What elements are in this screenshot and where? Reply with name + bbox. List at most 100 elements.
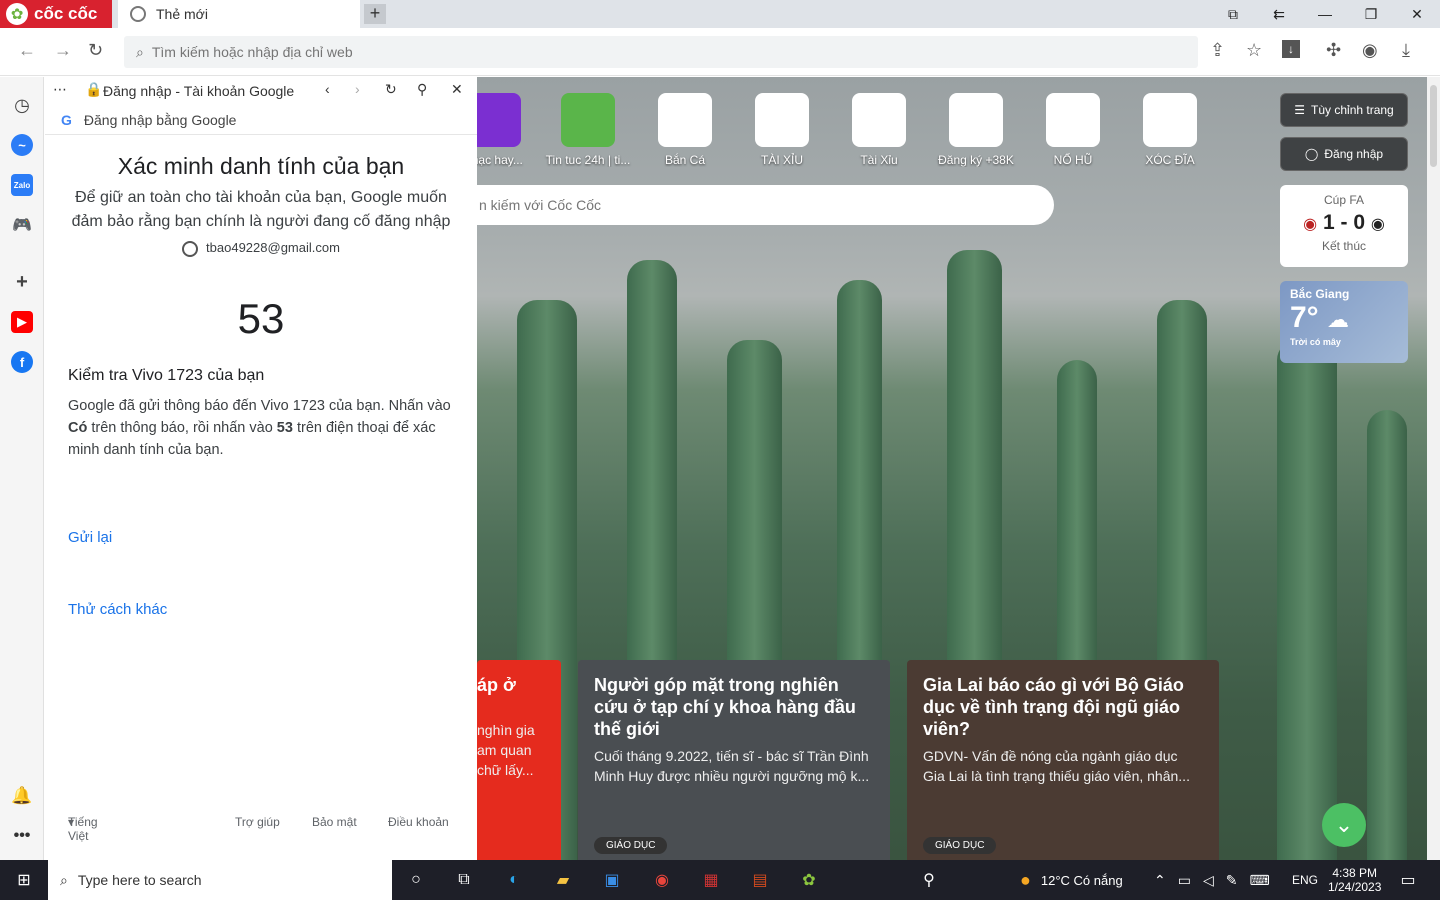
messenger-icon[interactable]: ~ <box>11 134 33 156</box>
cortana-icon[interactable]: ○ <box>404 868 428 892</box>
notification-bell-icon[interactable]: 🔔 <box>11 785 33 807</box>
chevron-up-icon[interactable]: ⌃ <box>1154 872 1166 889</box>
verification-number: 53 <box>237 294 285 342</box>
file-explorer-icon[interactable]: ▰ <box>551 868 575 892</box>
chrome-icon[interactable]: ◉ <box>650 868 674 892</box>
speed-dial-tile[interactable]: Tin tuc 24h | ti... <box>543 93 633 167</box>
keyboard-icon[interactable]: ⌨ <box>1249 872 1269 889</box>
account-email: tbao49228@gmail.com <box>206 240 340 255</box>
scrollbar-thumb[interactable] <box>1430 85 1437 167</box>
coccoc-taskbar-icon[interactable]: ✿ <box>797 868 821 892</box>
broken-image-icon <box>658 93 712 147</box>
news-desc: nghìn gia am quan chữ lấy... <box>477 722 535 778</box>
profile-icon[interactable]: ◉ <box>1362 40 1378 61</box>
input-language[interactable]: ENG <box>1292 860 1318 900</box>
download-page-icon[interactable]: ↓ <box>1282 40 1300 58</box>
news-category-badge: GIÁO DỤC <box>594 837 668 854</box>
news-card[interactable]: Người góp mặt trong nghiên cứu ở tạp chí… <box>578 660 890 860</box>
news-card[interactable]: Gia Lai báo cáo gì với Bộ Giáo dục về tì… <box>907 660 1219 860</box>
add-sidebar-icon[interactable]: + <box>11 271 33 293</box>
reload-button[interactable]: ↻ <box>88 40 103 61</box>
broken-image-icon <box>949 93 1003 147</box>
page-scrollbar[interactable] <box>1427 77 1440 860</box>
match-score-row: ◉ 1 - 0 ◉ <box>1280 211 1408 235</box>
panel-reload-icon[interactable]: ↻ <box>385 81 397 98</box>
address-input[interactable] <box>151 44 1052 60</box>
tile-label: Tin tuc 24h | ti... <box>545 153 631 167</box>
customize-page-button[interactable]: ☰ Tùy chỉnh trang <box>1280 93 1408 127</box>
extensions-icon[interactable]: ✣ <box>1326 40 1341 61</box>
tile-label: XÓC ĐĨA <box>1145 153 1195 167</box>
history-icon[interactable]: ◷ <box>11 94 33 116</box>
speed-dial-tile[interactable]: TÀI XỈU <box>737 93 827 167</box>
broken-image-icon <box>755 93 809 147</box>
try-another-way-link[interactable]: Thử cách khác <box>68 601 477 618</box>
speed-dial-tile[interactable]: nhạc hay... <box>477 93 539 167</box>
coccoc-search-box[interactable] <box>477 185 1054 225</box>
taskbar-search[interactable]: ⌕ Type here to search <box>48 860 392 900</box>
winrar-icon[interactable]: ▤ <box>748 868 772 892</box>
store-icon[interactable]: ▣ <box>600 868 624 892</box>
downloads-icon[interactable]: ⤓ <box>1402 40 1410 61</box>
maximize-button[interactable]: ❐ <box>1348 0 1394 28</box>
panel-back-button[interactable]: ‹ <box>325 81 330 97</box>
coccoc-search-input[interactable] <box>479 197 999 213</box>
address-bar[interactable]: ⌕ <box>124 36 1198 68</box>
close-window-button[interactable]: ✕ <box>1394 0 1440 28</box>
account-avatar-icon <box>182 240 199 257</box>
minimize-button[interactable]: — <box>1302 0 1348 28</box>
panel-forward-button[interactable]: › <box>355 81 360 97</box>
forward-button[interactable]: → <box>54 40 72 61</box>
network-icon[interactable]: ▭ <box>1178 872 1191 889</box>
cloud-icon: ☁ <box>1327 307 1350 332</box>
app-icon[interactable]: ▦ <box>699 868 723 892</box>
panel-menu-icon[interactable]: ⋯ <box>53 81 67 98</box>
people-icon[interactable]: ⚲ <box>917 868 941 892</box>
speed-dial-tile[interactable]: NỔ HŨ <box>1028 93 1118 167</box>
windows-start-icon[interactable]: ⊞ <box>12 868 36 892</box>
task-view-icon[interactable]: ⧉ <box>452 868 476 892</box>
game-icon[interactable]: 🎮 <box>11 214 33 236</box>
privacy-link[interactable]: Bảo mật <box>312 815 357 829</box>
undo-tab-icon[interactable]: ⇇ <box>1256 0 1302 28</box>
speed-dial-tile[interactable]: Đăng ký +38K <box>931 93 1021 167</box>
tray-icons: ⌃ ▭ ◁ ✎ ⌨ <box>1154 860 1282 900</box>
tile-label: TÀI XỈU <box>760 153 803 167</box>
lock-icon: 🔒 <box>85 81 103 97</box>
weather-tray[interactable]: ● 12°C Có nắng <box>1020 860 1123 900</box>
terms-link[interactable]: Điều khoản <box>388 815 449 829</box>
panel-close-icon[interactable]: ✕ <box>451 81 463 98</box>
more-icon[interactable]: ••• <box>11 825 33 847</box>
edge-icon[interactable]: ◐ <box>502 868 526 892</box>
new-tab-button[interactable]: + <box>364 4 386 24</box>
speed-dial-tile[interactable]: Bắn Cá <box>640 93 730 167</box>
help-link[interactable]: Trợ giúp <box>235 815 280 829</box>
tab-new-tab[interactable]: Thẻ mới <box>118 0 360 28</box>
login-button[interactable]: ◯ Đăng nhập <box>1280 137 1408 171</box>
notification-center-icon[interactable]: ▭ <box>1396 868 1420 892</box>
user-icon: ◯ <box>1304 147 1319 161</box>
score-widget[interactable]: Cúp FA ◉ 1 - 0 ◉ Kết thúc <box>1280 185 1408 267</box>
bookmark-star-icon[interactable]: ☆ <box>1246 40 1262 61</box>
back-button[interactable]: ← <box>18 40 36 61</box>
weather-row: 7° ☁ <box>1290 301 1398 337</box>
tab-favicon-icon <box>130 6 146 22</box>
speed-dial-tile[interactable]: XÓC ĐĨA <box>1125 93 1215 167</box>
clock[interactable]: 4:38 PM 1/24/2023 <box>1328 860 1381 900</box>
facebook-icon[interactable]: f <box>11 351 33 373</box>
account-chip[interactable]: tbao49228@gmail.com <box>45 240 477 257</box>
volume-muted-icon[interactable]: ◁ <box>1203 872 1214 889</box>
verify-heading: Xác minh danh tính của bạn <box>117 153 405 179</box>
zalo-icon[interactable]: Zalo <box>11 174 33 196</box>
screenshot-icon[interactable]: ⧉ <box>1210 0 1256 28</box>
resend-link[interactable]: Gửi lại <box>68 529 477 546</box>
coccoc-logo[interactable]: ✿ cốc cốc <box>0 0 112 28</box>
weather-widget[interactable]: Bắc Giang 7° ☁ Trời có mây <box>1280 281 1408 363</box>
pen-icon[interactable]: ✎ <box>1226 872 1238 889</box>
youtube-icon[interactable]: ▶ <box>11 311 33 333</box>
pin-icon[interactable]: ⚲ <box>417 81 427 98</box>
scroll-down-button[interactable]: ⌄ <box>1322 803 1366 847</box>
news-card[interactable]: áp ở nghìn gia am quan chữ lấy... <box>477 660 561 860</box>
share-icon[interactable]: ⇪ <box>1210 40 1225 61</box>
speed-dial-tile[interactable]: Tài Xỉu <box>834 93 924 167</box>
